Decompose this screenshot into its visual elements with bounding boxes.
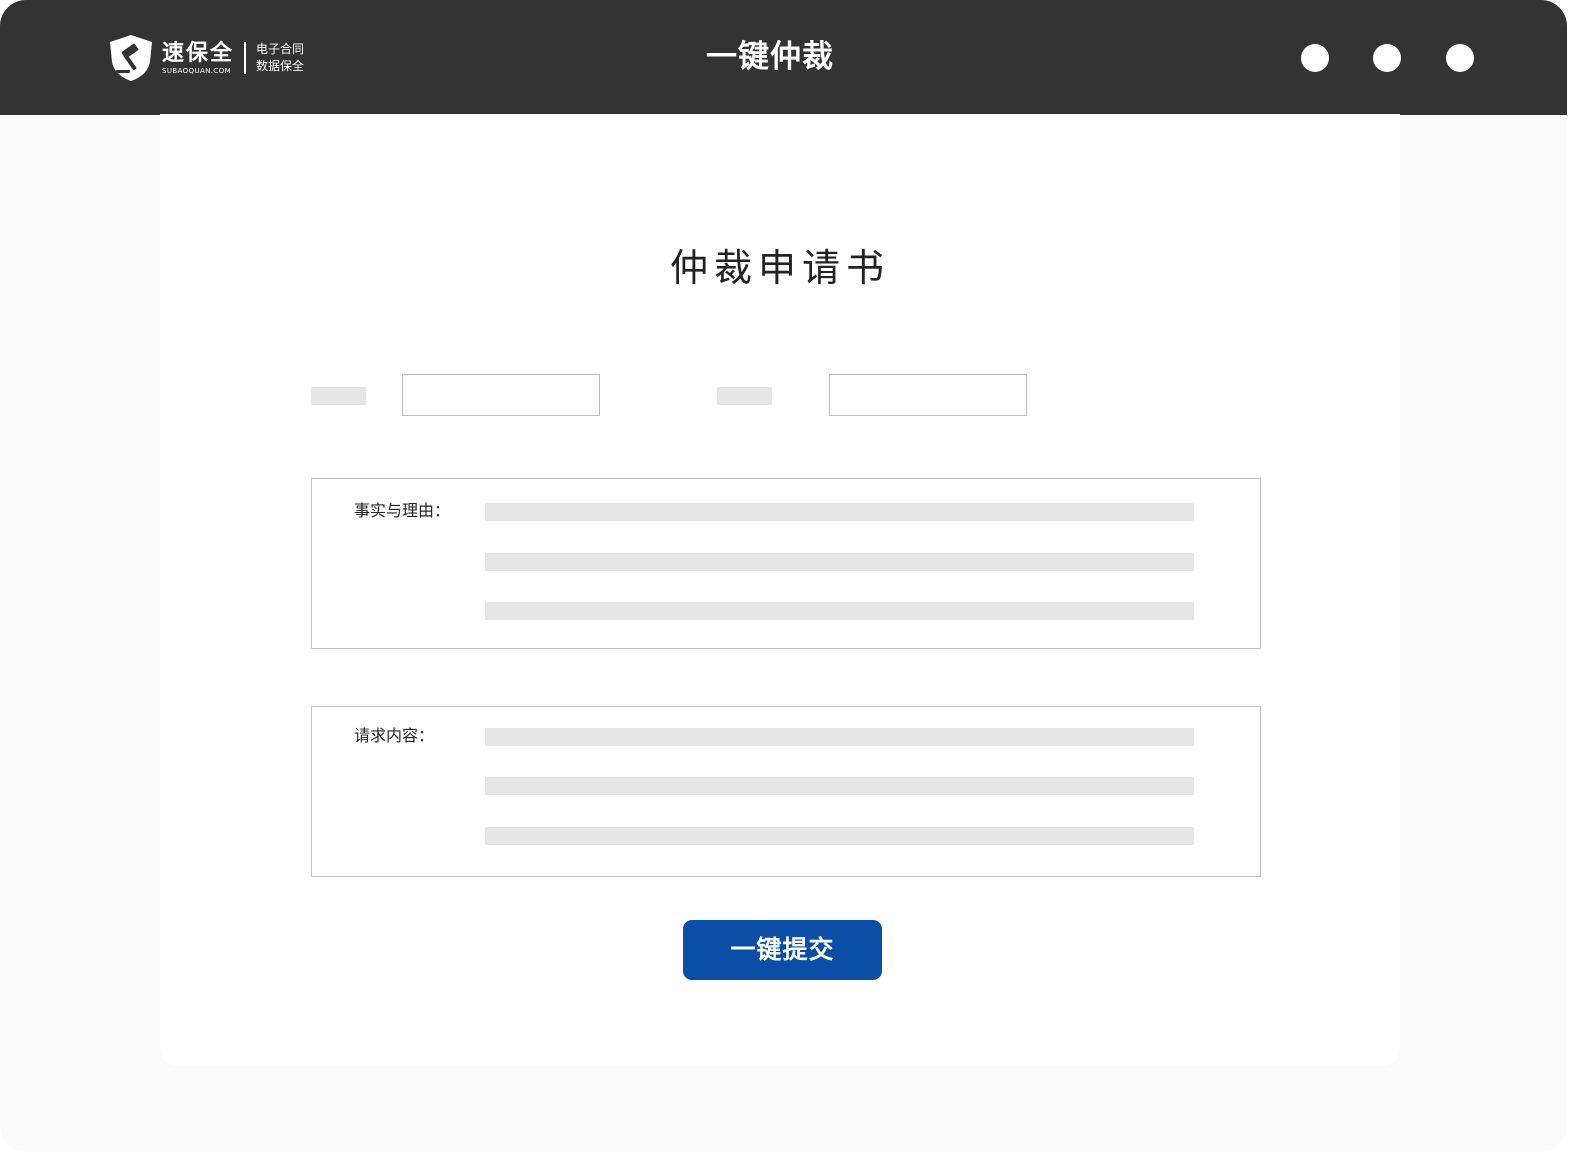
- request-text-line-1: [485, 728, 1194, 746]
- field-1-label-placeholder: [311, 387, 366, 405]
- one-click-submit-button[interactable]: 一键提交: [683, 920, 882, 980]
- window-control-dot-2[interactable]: [1373, 44, 1401, 72]
- app-window: 速保全 SUBAOQUAN.COM 电子合同 数据保全 一键仲裁 仲裁申请书 事…: [0, 0, 1567, 1152]
- window-control-dot-1[interactable]: [1301, 44, 1329, 72]
- request-content-section[interactable]: 请求内容：: [311, 706, 1261, 877]
- request-text-line-3: [485, 827, 1194, 845]
- request-content-label: 请求内容：: [354, 726, 435, 745]
- application-form-card: 仲裁申请书 事实与理由： 请求内容： 一键提交: [160, 114, 1400, 1066]
- window-control-dot-3[interactable]: [1446, 44, 1474, 72]
- field-2-label-placeholder: [717, 387, 772, 405]
- title-bar: 速保全 SUBAOQUAN.COM 电子合同 数据保全 一键仲裁: [0, 0, 1567, 115]
- facts-and-reasons-section[interactable]: 事实与理由：: [311, 478, 1261, 649]
- facts-text-line-3: [485, 602, 1194, 620]
- request-text-line-2: [485, 777, 1194, 795]
- facts-text-line-2: [485, 553, 1194, 571]
- field-1-input[interactable]: [402, 374, 600, 416]
- form-title: 仲裁申请书: [669, 246, 890, 290]
- facts-and-reasons-label: 事实与理由：: [354, 501, 451, 520]
- field-2-input[interactable]: [829, 374, 1027, 416]
- facts-text-line-1: [485, 503, 1194, 521]
